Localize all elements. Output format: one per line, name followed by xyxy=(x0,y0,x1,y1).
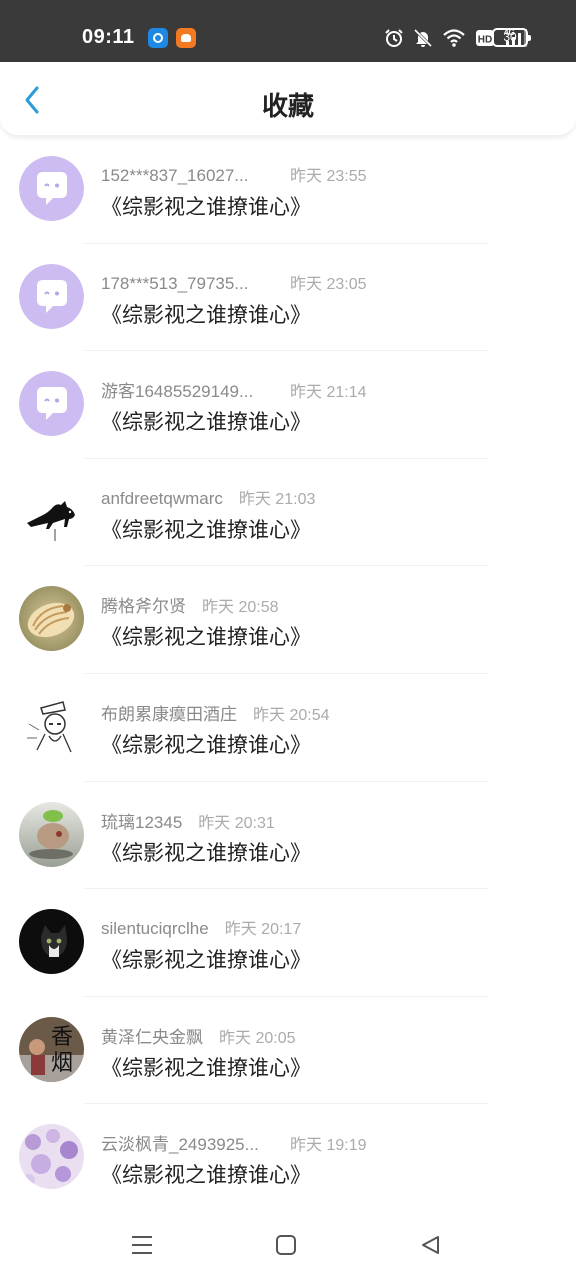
avatar[interactable] xyxy=(19,371,84,437)
timestamp: 昨天 20:54 xyxy=(253,706,330,724)
status-time: 09:11 xyxy=(82,26,135,48)
name-line: 游客16485529149... 昨天 21:14 xyxy=(101,377,367,402)
user-name[interactable]: 178***513_79735... xyxy=(101,274,290,294)
default-chat-avatar-icon xyxy=(19,156,84,221)
battery-indicator: 30 xyxy=(492,28,531,47)
list-item[interactable]: anfdreetqwmarc 昨天 21:03 《综影视之谁撩谁心》 xyxy=(0,459,576,567)
book-title[interactable]: 《综影视之谁撩谁心》 xyxy=(101,837,311,867)
book-title[interactable]: 《综影视之谁撩谁心》 xyxy=(101,944,311,974)
book-title[interactable]: 《综影视之谁撩谁心》 xyxy=(101,729,311,759)
list-item[interactable]: 游客16485529149... 昨天 21:14 《综影视之谁撩谁心》 xyxy=(0,351,576,459)
avatar[interactable] xyxy=(19,909,84,975)
avatar[interactable] xyxy=(19,1124,84,1190)
alarm-icon xyxy=(385,29,403,47)
user-name[interactable]: 152***837_16027... xyxy=(101,166,290,186)
book-title[interactable]: 《综影视之谁撩谁心》 xyxy=(101,299,311,329)
figurine-avatar-icon xyxy=(19,801,84,867)
system-back-button[interactable] xyxy=(417,1232,443,1258)
cat-photo-avatar-icon xyxy=(19,909,84,975)
book-title[interactable]: 《综影视之谁撩谁心》 xyxy=(101,191,311,221)
default-chat-avatar-icon xyxy=(19,371,84,437)
user-name[interactable]: silentuciqrclhe xyxy=(101,919,209,939)
wifi-icon xyxy=(443,29,465,47)
app-notification-icon xyxy=(148,28,168,48)
user-name[interactable]: 布朗累康瘼田酒庄 xyxy=(101,700,237,725)
list-item[interactable]: 布朗累康瘼田酒庄 昨天 20:54 《综影视之谁撩谁心》 xyxy=(0,674,576,782)
name-line: 黄泽仁央金飘 昨天 20:05 xyxy=(101,1023,296,1048)
book-title[interactable]: 《综影视之谁撩谁心》 xyxy=(101,514,311,544)
purple-flowers-avatar-icon xyxy=(19,1124,84,1190)
avatar[interactable] xyxy=(19,478,84,544)
black-cat-avatar-icon xyxy=(19,478,84,544)
avatar[interactable] xyxy=(19,263,84,329)
name-line: 腾格斧尔贤 昨天 20:58 xyxy=(101,592,279,617)
page-title: 收藏 xyxy=(261,92,314,122)
svg-text:HD: HD xyxy=(478,35,492,46)
avatar-char-1: 香 xyxy=(51,1025,73,1050)
user-name[interactable]: 琉璃12345 xyxy=(101,808,182,833)
book-title[interactable]: 《综影视之谁撩谁心》 xyxy=(101,621,311,651)
list-item[interactable]: 琉璃12345 昨天 20:31 《综影视之谁撩谁心》 xyxy=(0,782,576,890)
list-item[interactable]: 云淡枫青_2493925... 昨天 19:19 《综影视之谁撩谁心》 xyxy=(0,1104,576,1212)
name-line: 云淡枫青_2493925... 昨天 19:19 xyxy=(101,1130,367,1155)
name-line: 琉璃12345 昨天 20:31 xyxy=(101,808,275,833)
avatar[interactable] xyxy=(19,586,84,652)
home-icon xyxy=(276,1235,296,1255)
list-item[interactable]: 178***513_79735... 昨天 23:05 《综影视之谁撩谁心》 xyxy=(0,244,576,352)
timestamp: 昨天 20:17 xyxy=(224,921,302,939)
name-line: 布朗累康瘼田酒庄 昨天 20:54 xyxy=(101,700,330,725)
user-name[interactable]: anfdreetqwmarc xyxy=(101,489,223,509)
timestamp: 昨天 20:05 xyxy=(219,1029,296,1047)
list-item[interactable]: 腾格斧尔贤 昨天 20:58 《综影视之谁撩谁心》 xyxy=(0,566,576,674)
sketch-character-avatar-icon xyxy=(19,693,84,759)
mute-icon xyxy=(413,28,433,48)
default-chat-avatar-icon xyxy=(19,263,84,329)
status-bar: 09:11 HD 4G 30 xyxy=(0,0,576,62)
timestamp: 昨天 23:55 xyxy=(290,168,367,185)
home-button[interactable] xyxy=(273,1232,299,1258)
list-item[interactable]: 香 烟 黄泽仁央金飘 昨天 20:05 《综影视之谁撩谁心》 xyxy=(0,997,576,1105)
list-item[interactable]: 152***837_16027... 昨天 23:55 《综影视之谁撩谁心》 xyxy=(0,136,576,244)
book-title[interactable]: 《综影视之谁撩谁心》 xyxy=(101,1159,311,1189)
navigation-bar xyxy=(0,1208,576,1280)
app-notification-icon-2 xyxy=(176,28,196,48)
favorites-list: 152***837_16027... 昨天 23:55 《综影视之谁撩谁心》 1… xyxy=(0,136,576,1212)
avatar-char-2: 烟 xyxy=(51,1051,73,1076)
user-name[interactable]: 黄泽仁央金飘 xyxy=(101,1023,203,1048)
name-line: 152***837_16027... 昨天 23:55 xyxy=(101,162,367,186)
user-name[interactable]: 游客16485529149... xyxy=(101,377,290,402)
book-title[interactable]: 《综影视之谁撩谁心》 xyxy=(101,1052,311,1082)
avatar[interactable]: 香 烟 xyxy=(19,1016,84,1082)
timestamp: 昨天 20:31 xyxy=(198,814,275,832)
timestamp: 昨天 19:19 xyxy=(290,1137,367,1155)
battery-level: 30 xyxy=(503,30,517,44)
header: 收藏 xyxy=(0,62,576,136)
user-name[interactable]: 腾格斧尔贤 xyxy=(101,592,186,617)
menu-icon xyxy=(132,1236,152,1254)
recents-button[interactable] xyxy=(129,1232,155,1258)
back-triangle-icon xyxy=(422,1236,439,1254)
name-line: silentuciqrclhe 昨天 20:17 xyxy=(101,915,301,939)
timestamp: 昨天 23:05 xyxy=(290,275,367,293)
name-line: 178***513_79735... 昨天 23:05 xyxy=(101,270,367,294)
name-line: anfdreetqwmarc 昨天 21:03 xyxy=(101,485,315,509)
list-item[interactable]: silentuciqrclhe 昨天 20:17 《综影视之谁撩谁心》 xyxy=(0,889,576,997)
text-photo-avatar-icon: 香 烟 xyxy=(19,1016,84,1082)
avatar[interactable] xyxy=(19,693,84,759)
avatar[interactable] xyxy=(19,156,84,221)
seashell-avatar-icon xyxy=(19,586,84,652)
timestamp: 昨天 21:14 xyxy=(290,384,367,402)
timestamp: 昨天 20:58 xyxy=(202,599,279,617)
book-title[interactable]: 《综影视之谁撩谁心》 xyxy=(101,406,311,436)
timestamp: 昨天 21:03 xyxy=(238,490,316,508)
user-name[interactable]: 云淡枫青_2493925... xyxy=(101,1130,290,1155)
avatar[interactable] xyxy=(19,801,84,867)
